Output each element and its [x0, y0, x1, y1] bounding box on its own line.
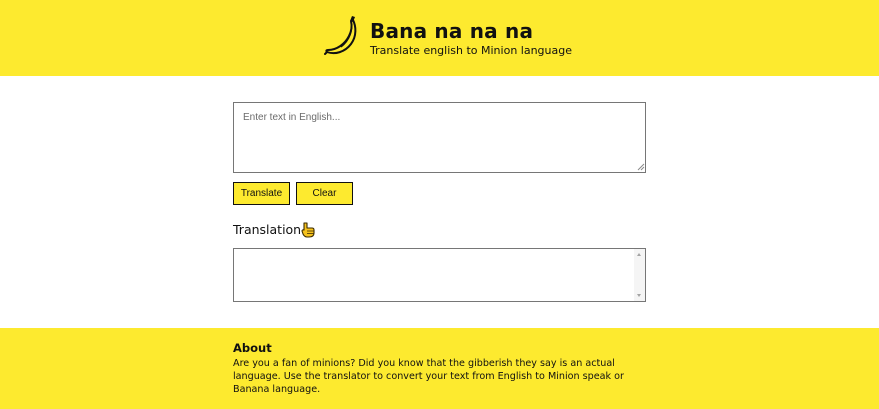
scroll-up-arrow-icon[interactable] [637, 253, 641, 256]
scroll-down-arrow-icon[interactable] [637, 294, 641, 297]
resize-grip-icon[interactable] [636, 162, 645, 171]
pointing-down-hand-icon [301, 222, 315, 238]
about-heading: About [233, 341, 272, 355]
about-section: About Are you a fan of minions? Did you … [0, 328, 879, 409]
translation-output[interactable] [233, 248, 646, 302]
header: Bana na na na Translate english to Minio… [0, 0, 879, 76]
clear-button[interactable]: Clear [296, 182, 353, 205]
output-scrollbar[interactable] [634, 249, 645, 301]
app-subtitle: Translate english to Minion language [370, 44, 573, 57]
translate-button[interactable]: Translate [233, 182, 290, 205]
english-text-input[interactable] [233, 102, 646, 173]
about-text: Are you a fan of minions? Did you know t… [233, 358, 624, 395]
banana-icon [324, 16, 357, 55]
app-title: Bana na na na [370, 19, 534, 43]
translation-heading: Translation [233, 222, 302, 237]
